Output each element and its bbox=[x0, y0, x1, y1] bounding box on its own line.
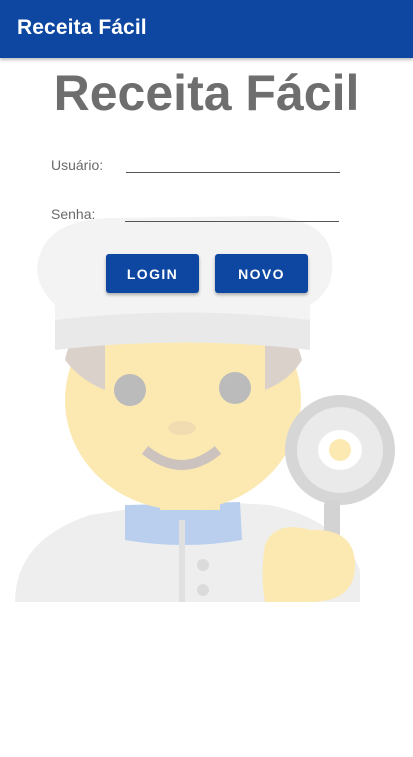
app-bar: Receita Fácil bbox=[0, 0, 413, 58]
login-button[interactable]: LOGIN bbox=[106, 254, 199, 293]
page-title: Receita Fácil bbox=[53, 65, 360, 121]
username-input[interactable] bbox=[126, 150, 340, 173]
password-input[interactable] bbox=[125, 199, 339, 222]
app-bar-title: Receita Fácil bbox=[17, 16, 147, 39]
password-label: Senha: bbox=[51, 206, 96, 222]
chef-illustration-icon bbox=[15, 216, 395, 602]
username-label: Usuário: bbox=[51, 157, 104, 173]
new-account-button[interactable]: NOVO bbox=[215, 254, 308, 293]
